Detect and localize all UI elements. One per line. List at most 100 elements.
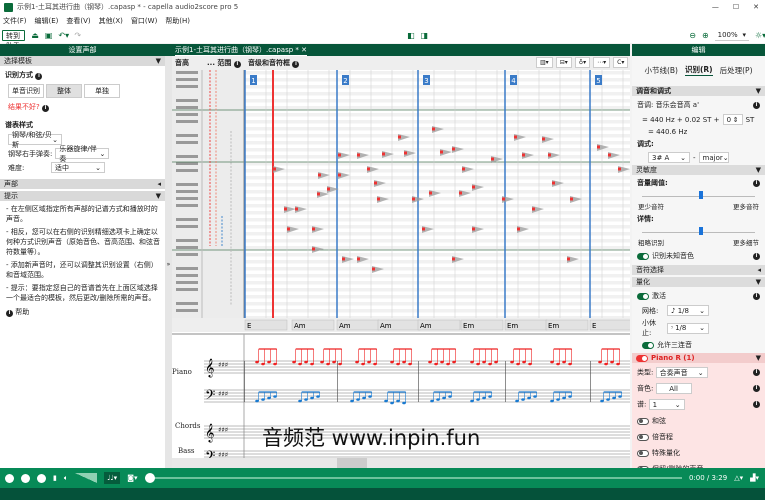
zoom-select[interactable]: 100% ▾ [714, 30, 749, 41]
view-option-2[interactable]: ⊟▾ [555, 57, 572, 68]
timbre-button[interactable]: All [655, 383, 692, 394]
layout-right-icon[interactable]: ◨ [421, 31, 429, 40]
notehead [361, 362, 365, 366]
detail-slider[interactable] [642, 227, 755, 237]
zoom-out-icon[interactable]: ⊖ [689, 31, 696, 40]
unknown-timbre-toggle[interactable]: 识别未知音色 [637, 251, 694, 261]
measure-number: 5 [596, 77, 600, 85]
note-marker [502, 197, 505, 201]
piano-key [176, 78, 198, 81]
note-marker [338, 173, 341, 177]
view-option-1[interactable]: ▥▾ [536, 57, 553, 68]
piano-roll-and-score[interactable]: 1 2 3 4 5E Am Am Am Am Em Em Em E𝄞 ♯♯♯𝄢 ♯♯♯𝄞 ♯♯♯𝄢 ♯♯♯ [172, 56, 630, 462]
menu-other[interactable]: 其他(X) [99, 16, 123, 26]
difficulty-select[interactable]: 适中 ⌄ [51, 162, 105, 173]
pitch-row [244, 155, 630, 159]
key-signature: ♯♯♯ [218, 426, 228, 434]
right-hand-select[interactable]: 乐器旋律/伴奏 ⌄ [55, 145, 110, 163]
tab-barlines[interactable]: 小节线(B) [644, 65, 678, 76]
maximize-button[interactable]: ☐ [733, 3, 739, 11]
view-option-5[interactable]: C▾ [613, 57, 629, 68]
mode-select[interactable]: major ⌄ [698, 152, 729, 163]
menu-help[interactable]: 帮助(H) [165, 16, 190, 26]
view-option-4[interactable]: ⋯▾ [593, 57, 611, 68]
menu-window[interactable]: 窗口(W) [131, 16, 157, 26]
menu-edit[interactable]: 编辑(E) [35, 16, 59, 26]
zoom-in-icon[interactable]: ⊕ [702, 31, 709, 40]
rewind-button[interactable] [5, 473, 14, 483]
menu-view[interactable]: 查看(V) [66, 16, 90, 26]
note-marker [273, 167, 276, 171]
open-icon[interactable]: ⏏ [31, 31, 39, 40]
theme-icon[interactable]: ☼▾ [755, 31, 765, 40]
threshold-slider[interactable] [642, 191, 755, 201]
close-tab-icon[interactable]: ✕ [301, 46, 307, 54]
template-section-header[interactable]: 选择模板 ▼ [0, 56, 165, 66]
style-select[interactable]: 钢琴/和弦/贝斯 ⌄ [8, 131, 62, 149]
method-whole[interactable]: 整体 [46, 84, 82, 98]
quantize-activate-toggle[interactable]: 激活 [637, 291, 666, 301]
status-bar [0, 488, 765, 500]
info-icon[interactable]: i [41, 105, 49, 112]
volume-slider[interactable] [75, 473, 98, 483]
menu-file[interactable]: 文件(F) [3, 16, 27, 26]
note-marker [377, 197, 380, 201]
playback-progress[interactable] [144, 473, 682, 483]
st-spinbox[interactable]: 0 ⇕ [722, 114, 743, 125]
document-tab[interactable]: 示例1-土耳其进行曲（钢琴）.capasp * ✕ [175, 45, 308, 56]
pitch-row [244, 232, 630, 236]
info-icon[interactable]: i [753, 101, 760, 109]
layout-left-icon[interactable]: ◧ [407, 31, 415, 40]
method-separate[interactable]: 单独 [84, 84, 120, 98]
notehead [442, 396, 446, 400]
voice-section-header[interactable]: Piano R (1) ▼ [632, 353, 765, 363]
volume-icon[interactable]: 🔈︎ [64, 474, 68, 483]
section-title: 选择模板 [4, 57, 32, 65]
method-label: 识别方式 i [5, 70, 160, 80]
triplets-toggle[interactable]: 允许三连音 [642, 340, 755, 350]
redo-icon[interactable]: ↷ [74, 31, 81, 40]
voices-section-header[interactable]: 声部 ◂ [0, 179, 165, 189]
audio-mode-icon[interactable]: ◙▾ [127, 474, 137, 482]
wizard-button[interactable]: 转到助手 [2, 30, 26, 50]
grid-select[interactable]: ♪ 1/8 ⌄ [667, 305, 709, 316]
panel-collapse-handle[interactable]: » [165, 56, 172, 468]
help-link[interactable]: i 帮助 [6, 307, 159, 317]
notehead [355, 360, 359, 364]
voice-select[interactable]: 1 ⌄ [648, 399, 685, 410]
view-option-3[interactable]: ♁▾ [574, 57, 591, 68]
special-quant-toggle[interactable]: 特殊量化 [637, 448, 760, 458]
signal-icon[interactable]: ▟▾ [750, 474, 759, 482]
bad-result-link[interactable]: 结果不好? i [8, 102, 157, 112]
tab-recognition[interactable]: 识别(R) [684, 64, 713, 76]
minimize-button[interactable]: — [712, 3, 719, 11]
save-icon[interactable]: ▣ [45, 31, 53, 40]
close-button[interactable]: ✕ [753, 3, 759, 11]
stop-button[interactable] [21, 473, 30, 483]
horizontal-scrollbar[interactable] [172, 458, 630, 468]
method-monophonic[interactable]: 单音识别 [8, 84, 44, 98]
note-select-section-header[interactable]: 音符选择 ◂ [632, 265, 765, 275]
octave-toggle[interactable]: 倍音程 [637, 432, 760, 442]
collapse-icon: ▼ [155, 57, 161, 65]
type-select[interactable]: 合奏声音 ⌄ [655, 367, 708, 378]
sensitivity-section-header[interactable]: 灵敏度 ▼ [632, 165, 765, 175]
tips-section-header[interactable]: 提示 ▼ [0, 191, 165, 201]
notehead [390, 360, 394, 364]
tab-postprocess[interactable]: 后处理(P) [720, 65, 753, 76]
info-icon[interactable]: i [35, 73, 43, 80]
timbre-label: 音色: [637, 384, 654, 393]
metronome-settings-icon[interactable]: △▾ [734, 474, 743, 482]
quantize-section-header[interactable]: 量化 ▼ [632, 277, 765, 287]
notes-view-button[interactable]: ♩♩▾ [104, 472, 121, 484]
chord-label: Em [507, 322, 518, 330]
undo-icon[interactable]: ↶▾ [58, 31, 69, 40]
play-button[interactable] [37, 473, 46, 483]
note-marker [317, 192, 320, 196]
pitch-row [244, 176, 630, 180]
key-select[interactable]: 3# A ⌄ [648, 152, 690, 163]
metronome-icon[interactable]: ▮ [53, 474, 57, 482]
chord-toggle[interactable]: 和弦 [637, 416, 760, 426]
tuning-section-header[interactable]: 调音和调式 ▼ [632, 86, 765, 96]
rest-select[interactable]: 𝄾 1/8 ⌄ [667, 322, 709, 334]
